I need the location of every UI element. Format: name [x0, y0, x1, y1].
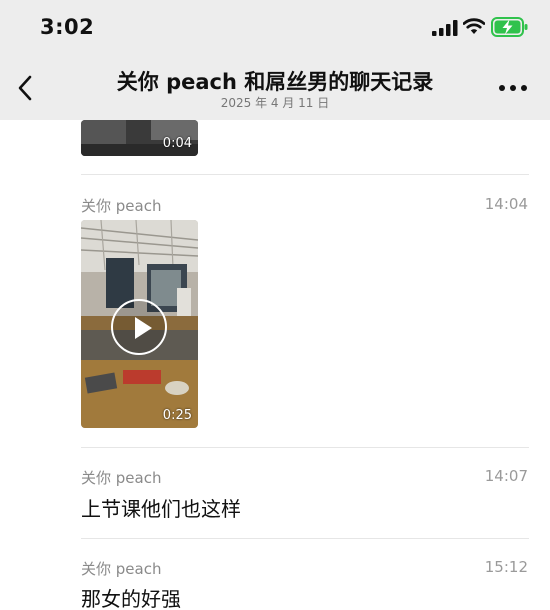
video-thumbnail[interactable]: 0:04 [81, 120, 198, 156]
message-divider [81, 174, 529, 175]
message-sender: 关你 peach [81, 197, 162, 215]
video-thumbnail[interactable]: 0:25 [81, 220, 198, 428]
play-icon[interactable] [111, 299, 167, 355]
message-time: 14:04 [484, 195, 528, 213]
message-text: 那女的好强 [81, 587, 181, 610]
status-time: 3:02 [40, 15, 95, 39]
message-sender: 关你 peach [81, 469, 162, 487]
page-title: 关你 peach 和屌丝男的聊天记录 [116, 70, 434, 94]
message-divider [81, 538, 529, 539]
more-dots-icon[interactable] [496, 78, 530, 98]
page-subtitle-date: 2025 年 4 月 11 日 [220, 96, 330, 110]
video-duration: 0:25 [162, 408, 192, 423]
wifi-icon [463, 18, 485, 34]
signal-icon [432, 20, 458, 36]
nav-bar: 关你 peach 和屌丝男的聊天记录 2025 年 4 月 11 日 [0, 56, 550, 120]
battery-charging-icon [491, 17, 528, 37]
message-text: 上节课他们也这样 [81, 497, 241, 521]
message-time: 14:07 [484, 467, 528, 485]
status-bar: 3:02 [0, 0, 550, 56]
message-time: 15:12 [484, 558, 528, 576]
back-chevron-icon[interactable] [12, 74, 38, 102]
video-duration: 0:04 [162, 136, 192, 151]
message-divider [81, 447, 529, 448]
top-bar: 3:02 关你 peach 和屌丝男的聊天记录 2025 年 4 月 11 日 [0, 0, 550, 120]
message-sender: 关你 peach [81, 560, 162, 578]
